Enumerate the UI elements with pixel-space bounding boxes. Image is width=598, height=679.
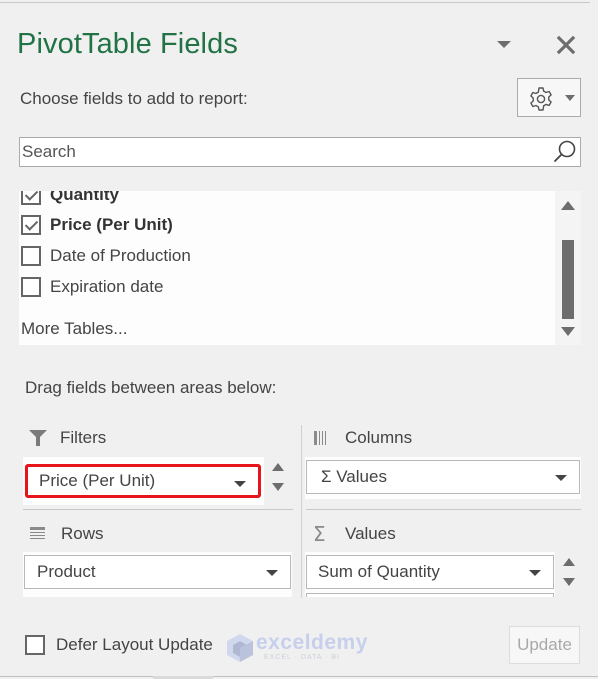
close-button[interactable] bbox=[555, 34, 577, 56]
pill-label: Product bbox=[37, 562, 96, 581]
field-label: Price (Per Unit) bbox=[50, 215, 173, 234]
watermark-tagline: EXCEL · DATA · BI bbox=[264, 654, 340, 661]
defer-layout-checkbox[interactable] bbox=[25, 635, 45, 655]
drag-fields-label: Drag fields between areas below: bbox=[25, 378, 277, 397]
columns-drop-area[interactable]: Σ Values bbox=[305, 457, 581, 499]
values-area-title: Σ Values bbox=[313, 524, 396, 544]
columns-label: Columns bbox=[345, 428, 413, 447]
values-scrollbar[interactable] bbox=[559, 558, 579, 588]
dropdown-arrow-icon[interactable] bbox=[555, 475, 567, 481]
pill-label: Σ Values bbox=[321, 467, 387, 486]
search-icon[interactable] bbox=[552, 139, 578, 165]
filters-scrollbar[interactable] bbox=[268, 463, 288, 493]
exceldemy-watermark: exceldemy EXCEL · DATA · BI bbox=[226, 631, 370, 665]
area-divider-horizontal bbox=[306, 509, 581, 510]
area-divider-vertical bbox=[301, 425, 302, 598]
field-label: Quantity bbox=[50, 191, 119, 204]
defer-layout-update[interactable]: Defer Layout Update bbox=[25, 635, 213, 655]
filter-icon bbox=[29, 430, 47, 446]
columns-area-title: Columns bbox=[313, 428, 412, 448]
field-checkbox-price-per-unit[interactable] bbox=[21, 215, 41, 235]
filters-field-price-per-unit[interactable]: Price (Per Unit) bbox=[25, 464, 261, 498]
chevron-down-icon bbox=[497, 41, 511, 48]
dropdown-arrow-icon[interactable] bbox=[234, 481, 246, 487]
choose-fields-label: Choose fields to add to report: bbox=[20, 89, 248, 108]
task-pane-options-button[interactable] bbox=[494, 38, 514, 52]
scroll-down-icon[interactable] bbox=[563, 578, 575, 586]
next-pill-edge bbox=[306, 593, 554, 597]
update-button[interactable]: Update bbox=[509, 626, 580, 664]
top-border bbox=[0, 2, 590, 3]
tools-settings-button[interactable] bbox=[517, 78, 581, 117]
bottom-border bbox=[0, 676, 598, 677]
rows-area-title: Rows bbox=[29, 524, 104, 544]
exceldemy-logo-icon bbox=[227, 634, 253, 662]
scroll-up-icon[interactable] bbox=[563, 558, 575, 566]
field-item-date-of-production[interactable]: Date of Production bbox=[19, 243, 191, 269]
field-label: Date of Production bbox=[50, 246, 191, 265]
area-divider-horizontal bbox=[23, 509, 293, 510]
filters-drop-area[interactable]: Price (Per Unit) bbox=[23, 457, 264, 505]
field-checkbox-date-of-production[interactable] bbox=[21, 246, 41, 266]
field-item-expiration-date[interactable]: Expiration date bbox=[19, 274, 163, 300]
field-checkbox-quantity[interactable] bbox=[21, 191, 41, 205]
dropdown-arrow-icon[interactable] bbox=[266, 570, 278, 576]
scroll-down-icon[interactable] bbox=[272, 483, 284, 491]
field-list-scrollbar[interactable] bbox=[555, 191, 581, 345]
panel-title: PivotTable Fields bbox=[17, 28, 238, 60]
values-drop-area[interactable]: Sum of Quantity bbox=[305, 552, 555, 597]
scrollbar-thumb[interactable] bbox=[562, 240, 574, 319]
field-checkbox-expiration-date[interactable] bbox=[21, 277, 41, 297]
field-item-price-per-unit[interactable]: Price (Per Unit) bbox=[19, 212, 173, 238]
more-tables-link[interactable]: More Tables... bbox=[21, 319, 127, 339]
chevron-down-icon bbox=[565, 95, 575, 101]
rows-field-product[interactable]: Product bbox=[24, 555, 291, 589]
scroll-down-icon[interactable] bbox=[561, 327, 575, 336]
defer-layout-label: Defer Layout Update bbox=[56, 635, 213, 654]
field-label: Expiration date bbox=[50, 277, 164, 296]
field-item-quantity[interactable]: Quantity bbox=[19, 191, 119, 208]
columns-icon bbox=[314, 431, 326, 445]
filters-label: Filters bbox=[60, 428, 107, 447]
dropdown-arrow-icon[interactable] bbox=[529, 570, 541, 576]
gear-icon bbox=[530, 87, 552, 111]
columns-field-values[interactable]: Σ Values bbox=[306, 460, 580, 494]
filters-area-title: Filters bbox=[28, 428, 106, 448]
pill-label: Price (Per Unit) bbox=[39, 471, 156, 490]
sigma-icon: Σ bbox=[313, 522, 326, 546]
values-label: Values bbox=[345, 524, 396, 543]
scroll-up-icon[interactable] bbox=[272, 463, 284, 471]
field-list: Quantity Price (Per Unit) Date of Produc… bbox=[19, 191, 555, 345]
close-icon bbox=[556, 35, 576, 55]
pill-label: Sum of Quantity bbox=[318, 562, 440, 581]
values-field-sum-of-quantity[interactable]: Sum of Quantity bbox=[306, 555, 554, 589]
search-input[interactable] bbox=[20, 138, 550, 166]
search-box[interactable] bbox=[19, 137, 581, 167]
rows-drop-area[interactable]: Product bbox=[23, 552, 292, 597]
watermark-name: exceldemy bbox=[256, 631, 368, 654]
rows-label: Rows bbox=[61, 524, 104, 543]
rows-icon bbox=[30, 527, 45, 539]
scroll-up-icon[interactable] bbox=[561, 201, 575, 210]
